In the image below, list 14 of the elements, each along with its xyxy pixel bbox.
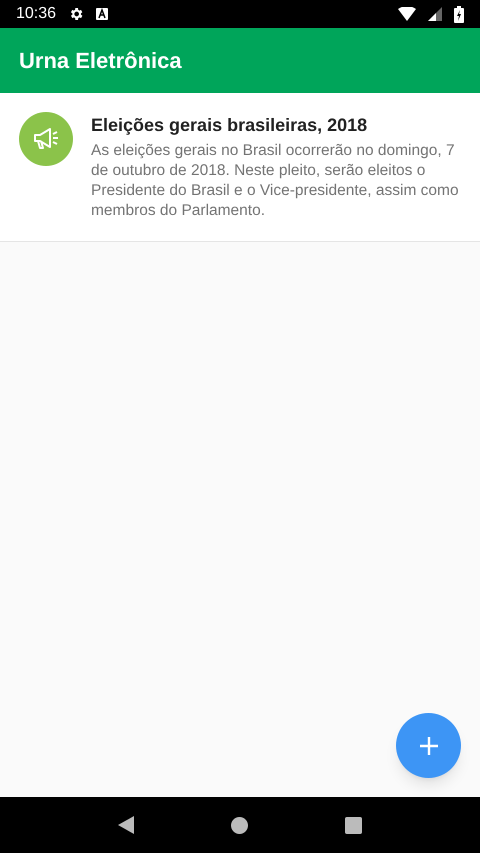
megaphone-icon — [31, 127, 61, 151]
recents-icon[interactable] — [344, 816, 362, 834]
app-title: Urna Eletrônica — [19, 47, 182, 75]
status-time: 10:36 — [16, 4, 56, 24]
add-icon — [420, 736, 438, 754]
signal-icon — [428, 7, 442, 21]
back-icon[interactable] — [118, 816, 134, 834]
battery-icon — [454, 6, 464, 22]
gear-icon — [68, 6, 84, 22]
wifi-icon — [398, 7, 416, 21]
notification-icon — [96, 8, 108, 20]
item-title: Eleições gerais brasileiras, 2018 — [91, 114, 368, 137]
item-description: As eleições gerais no Brasil ocorrerão no domingo, 7 de outubro de 2018. Neste pleito, serão eleitos o Presidente do Brasil e o Vice-presidente, assim como membros do Parlamento. — [91, 141, 460, 221]
home-icon[interactable] — [230, 816, 248, 834]
